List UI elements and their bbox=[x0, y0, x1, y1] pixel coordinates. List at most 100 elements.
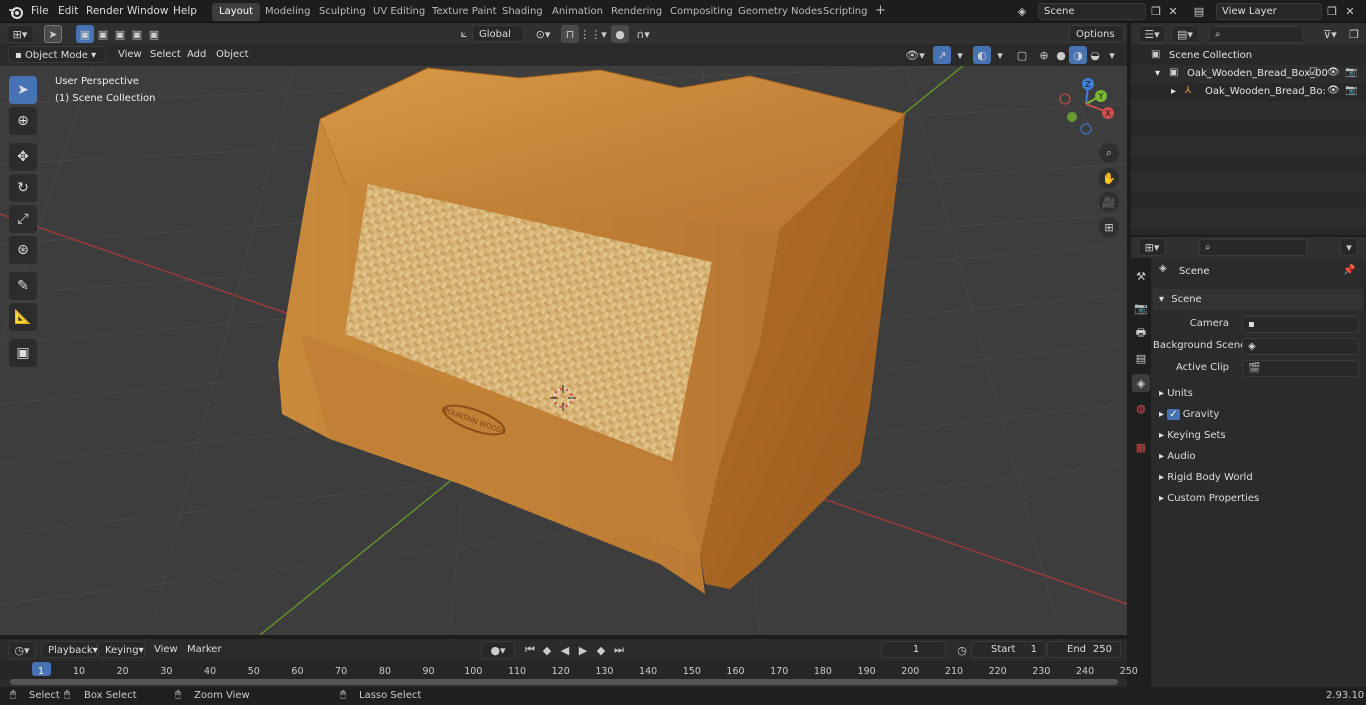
section-rigid-body[interactable]: ▸ Rigid Body World bbox=[1153, 467, 1363, 488]
move-tool-icon[interactable]: ✥ bbox=[9, 143, 37, 171]
tab-sculpting[interactable]: Sculpting bbox=[312, 3, 373, 21]
perspective-toggle-icon[interactable]: ⊞ bbox=[1099, 217, 1119, 237]
background-scene-field[interactable]: ◈ bbox=[1242, 338, 1359, 355]
material-preview-shading-icon[interactable]: ◑ bbox=[1069, 46, 1087, 64]
editor-type-icon[interactable]: ⊞▾ bbox=[6, 25, 34, 43]
next-keyframe-icon[interactable]: ◆ bbox=[592, 641, 610, 659]
jump-start-icon[interactable]: ⏮ bbox=[521, 641, 539, 659]
jump-end-icon[interactable]: ⏭ bbox=[610, 641, 628, 659]
solid-shading-icon[interactable]: ● bbox=[1052, 46, 1070, 64]
view-layer-icon[interactable]: ▤ bbox=[1190, 2, 1208, 20]
display-mode-icon[interactable]: ▤▾ bbox=[1171, 25, 1199, 43]
eye-icon[interactable]: 👁 bbox=[1327, 85, 1340, 96]
menu-help[interactable]: Help bbox=[167, 2, 203, 21]
play-icon[interactable]: ▶ bbox=[574, 641, 592, 659]
section-audio[interactable]: ▸ Audio bbox=[1153, 446, 1363, 467]
current-frame-field[interactable]: 1 bbox=[881, 641, 946, 658]
section-units[interactable]: ▸ Units bbox=[1153, 383, 1363, 404]
add-workspace-icon[interactable]: + bbox=[868, 2, 893, 20]
tab-scripting[interactable]: Scripting bbox=[816, 3, 874, 21]
camera-icon[interactable]: 📷 bbox=[1345, 67, 1357, 78]
blender-logo-icon[interactable] bbox=[8, 4, 24, 20]
scene-tab-icon[interactable]: ◈ bbox=[1132, 374, 1150, 392]
overlay-toggle-icon[interactable]: ◐ bbox=[973, 46, 991, 64]
properties-search-input[interactable]: ⌕ bbox=[1199, 239, 1307, 256]
render-tab-icon[interactable]: 📷 bbox=[1132, 299, 1150, 317]
wireframe-shading-icon[interactable]: ⊕ bbox=[1035, 46, 1053, 64]
scene-panel-header[interactable]: ▾ Scene bbox=[1153, 289, 1363, 310]
gizmo-dropdown-icon[interactable]: ▾ bbox=[951, 46, 969, 64]
gizmo-toggle-icon[interactable]: ↗ bbox=[933, 46, 951, 64]
delete-view-layer-icon[interactable]: ✕ bbox=[1341, 2, 1359, 20]
tool-tab-icon[interactable]: ⚒ bbox=[1132, 267, 1150, 285]
world-tab-icon[interactable]: ◍ bbox=[1132, 399, 1150, 417]
pin-icon[interactable]: 📌 bbox=[1343, 265, 1355, 276]
select-mode-new-icon[interactable]: ▣ bbox=[76, 25, 94, 43]
select-mode-intersect-icon[interactable]: ▣ bbox=[145, 25, 163, 43]
prev-keyframe-icon[interactable]: ◆ bbox=[538, 641, 556, 659]
start-frame-field[interactable]: Start 1 bbox=[971, 641, 1046, 658]
preview-range-icon[interactable]: ◷ bbox=[953, 641, 971, 659]
snap-toggle-icon[interactable]: ⊓ bbox=[561, 25, 579, 43]
delete-scene-icon[interactable]: ✕ bbox=[1164, 2, 1182, 20]
measure-tool-icon[interactable]: 📐 bbox=[9, 303, 37, 331]
playback-dropdown[interactable]: Playback▾ bbox=[41, 641, 98, 658]
tab-shading[interactable]: Shading bbox=[495, 3, 550, 21]
menu-file[interactable]: File bbox=[25, 2, 55, 21]
menu-add[interactable]: Add bbox=[181, 46, 212, 63]
outliner-row-root[interactable]: ▣ Scene Collection bbox=[1131, 47, 1366, 65]
shading-dropdown-icon[interactable]: ▾ bbox=[1103, 46, 1121, 64]
timeline-editor-type-icon[interactable]: ◷▾ bbox=[8, 641, 36, 659]
tab-rendering[interactable]: Rendering bbox=[604, 3, 669, 21]
play-reverse-icon[interactable]: ◀ bbox=[556, 641, 574, 659]
select-cursor-icon[interactable]: ➤ bbox=[44, 25, 62, 43]
section-gravity[interactable]: ▸ ✓ Gravity bbox=[1153, 404, 1363, 425]
tab-modeling[interactable]: Modeling bbox=[258, 3, 318, 21]
new-collection-icon[interactable]: ❐ bbox=[1345, 25, 1363, 43]
pivot-point-icon[interactable]: ⊙▾ bbox=[531, 25, 555, 43]
navigation-gizmo[interactable]: Z Y X bbox=[1058, 77, 1120, 139]
record-icon[interactable]: ●▾ bbox=[481, 641, 515, 659]
transform-tool-icon[interactable]: ⊛ bbox=[9, 236, 37, 264]
filter-icon[interactable]: ⊽▾ bbox=[1317, 25, 1343, 43]
tab-texture-paint[interactable]: Texture Paint bbox=[425, 3, 504, 21]
properties-options-icon[interactable]: ▾ bbox=[1340, 238, 1358, 256]
select-mode-subtract-icon[interactable]: ▣ bbox=[111, 25, 129, 43]
zoom-icon[interactable]: ⌕ bbox=[1099, 143, 1119, 163]
outliner-search-input[interactable]: ⌕ bbox=[1209, 26, 1303, 43]
visibility-icon[interactable]: 👁▾ bbox=[903, 46, 927, 64]
scene-selector-icon[interactable]: ◈ bbox=[1013, 2, 1031, 20]
checkbox-icon[interactable]: ☑ bbox=[1309, 67, 1318, 78]
add-cube-tool-icon[interactable]: ▣ bbox=[9, 339, 37, 367]
timeline-scrollbar[interactable] bbox=[10, 679, 1118, 685]
xray-toggle-icon[interactable]: ▢ bbox=[1013, 46, 1031, 64]
tab-geometry-nodes[interactable]: Geometry Nodes bbox=[731, 3, 829, 21]
camera-view-icon[interactable]: 🎥 bbox=[1099, 192, 1119, 212]
menu-view[interactable]: View bbox=[112, 46, 148, 63]
mode-dropdown[interactable]: ▪ Object Mode ▾ bbox=[8, 46, 106, 63]
transform-orientation-icon[interactable]: ⟀ bbox=[455, 25, 473, 43]
3d-viewport[interactable]: MOUNTAIN WOODS bbox=[0, 44, 1127, 635]
section-keying-sets[interactable]: ▸ Keying Sets bbox=[1153, 425, 1363, 446]
pan-hand-icon[interactable]: ✋ bbox=[1099, 168, 1119, 188]
texture-tab-icon[interactable]: ▦ bbox=[1132, 438, 1150, 456]
tab-animation[interactable]: Animation bbox=[545, 3, 610, 21]
output-tab-icon[interactable]: 🖶 bbox=[1132, 324, 1150, 342]
expand-arrow-icon[interactable]: ▾ bbox=[1155, 68, 1160, 79]
outliner-row-object[interactable]: ▸ ⅄ Oak_Wooden_Bread_Bo: 👁 📷 bbox=[1131, 83, 1366, 101]
outliner-row-collection[interactable]: ▾ ▣ Oak_Wooden_Bread_Box_00 ☑ 👁 📷 bbox=[1131, 65, 1366, 83]
scale-tool-icon[interactable]: ⤢ bbox=[9, 205, 37, 233]
snap-target-icon[interactable]: ⋮⋮▾ bbox=[579, 25, 607, 43]
annotate-tool-icon[interactable]: ✎ bbox=[9, 272, 37, 300]
proportional-falloff-icon[interactable]: ∩▾ bbox=[630, 25, 656, 43]
overlay-dropdown-icon[interactable]: ▾ bbox=[991, 46, 1009, 64]
timeline-menu-view[interactable]: View bbox=[148, 641, 184, 658]
rendered-shading-icon[interactable]: ◒ bbox=[1086, 46, 1104, 64]
properties-editor-type-icon[interactable]: ⊞▾ bbox=[1138, 238, 1166, 256]
bread-box-model[interactable]: MOUNTAIN WOODS bbox=[278, 67, 906, 594]
select-box-tool-icon[interactable]: ➤ bbox=[9, 76, 37, 104]
expand-arrow-icon[interactable]: ▸ bbox=[1171, 86, 1176, 97]
view-layer-tab-icon[interactable]: ▤ bbox=[1132, 349, 1150, 367]
proportional-edit-icon[interactable]: ● bbox=[611, 25, 629, 43]
transform-orientation-dropdown[interactable]: Global ▾ bbox=[472, 25, 524, 57]
